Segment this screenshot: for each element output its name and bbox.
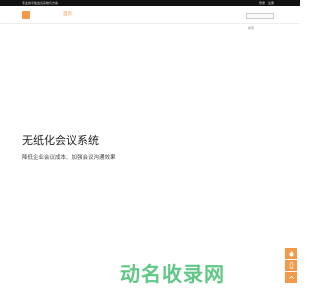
search-input[interactable]: [247, 26, 273, 30]
hot-button[interactable]: [285, 248, 297, 259]
site-logo[interactable]: [22, 11, 30, 19]
main-navbar: 首页: [0, 6, 300, 30]
nav-item-home[interactable]: 首页: [63, 11, 72, 18]
hero-subtitle: 降低企业会议成本、加强会议沟通效果: [22, 155, 116, 161]
fire-icon: [288, 250, 294, 257]
phone-icon: [289, 262, 293, 269]
arrow-up-icon: [288, 275, 294, 279]
register-link[interactable]: 注册: [268, 1, 274, 5]
watermark-text: 动名收录网: [120, 262, 225, 286]
back-to-top-button[interactable]: [285, 272, 297, 283]
floating-side-buttons: [285, 248, 297, 284]
phone-button[interactable]: [285, 260, 297, 271]
login-link[interactable]: 登录: [259, 1, 265, 5]
search-box: [246, 13, 274, 30]
hero-title: 无纸化会议系统: [22, 134, 99, 147]
